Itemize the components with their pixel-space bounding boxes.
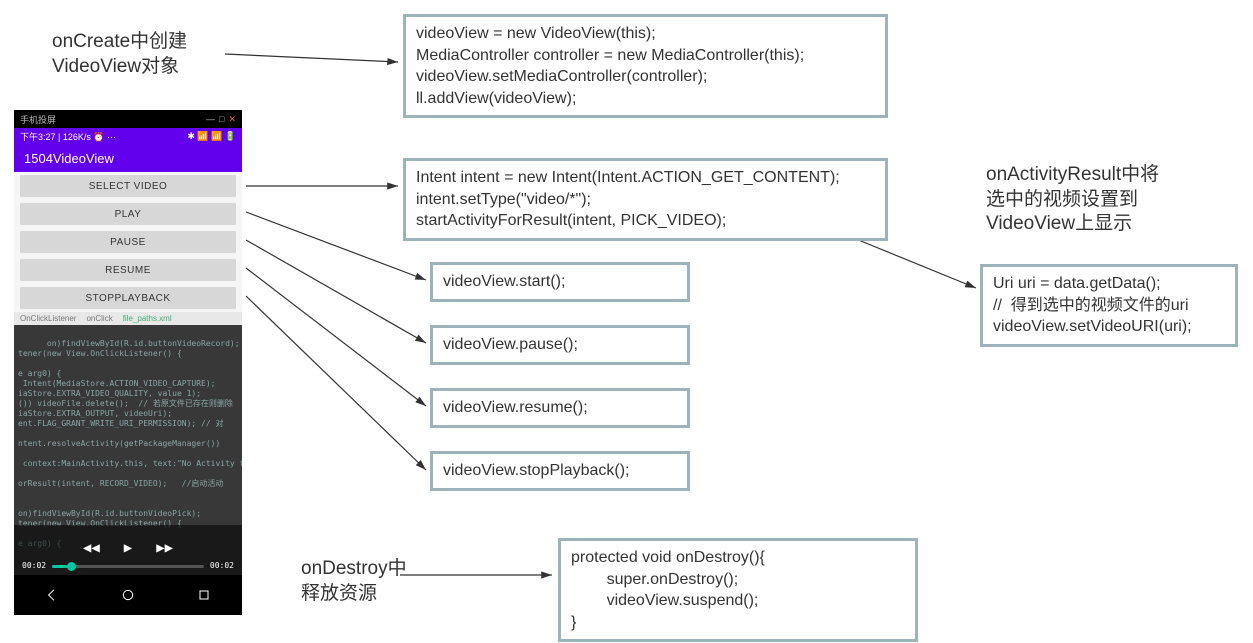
video-frame-code-text: on)findViewById(R.id.buttonVideoRecord);… [18,339,242,548]
video-view-area[interactable]: on)findViewById(R.id.buttonVideoRecord);… [14,325,242,575]
status-left: 下午3:27 | 126K/s ⏰ ··· [20,130,116,143]
phone-nav-bar [14,575,242,615]
time-total: 00:02 [210,561,234,571]
pause-code-box: videoView.pause(); [430,325,690,365]
stopplayback-code-box: videoView.stopPlayback(); [430,451,690,491]
back-key-icon[interactable] [44,587,60,603]
editor-tabstrip: OnClickListener onClick file_paths.xml [14,312,242,325]
tab-onclick: onClick [86,314,112,323]
time-elapsed: 00:02 [22,561,46,571]
stopplayback-button[interactable]: STOPPLAYBACK [20,287,236,309]
tab-onclicklistener: OnClickListener [20,314,76,323]
onactivityresult-label: onActivityResult中将 选中的视频设置到 VideoView上显示 [986,163,1159,237]
media-controller[interactable]: ◀◀ ▶ ▶▶ 00:02 00:02 [14,525,242,575]
start-code-box: videoView.start(); [430,262,690,302]
home-key-icon[interactable] [120,587,136,603]
phone-app-bar: 1504VideoView [14,144,242,172]
select-video-button[interactable]: SELECT VIDEO [20,175,236,197]
play-button[interactable]: PLAY [20,203,236,225]
maximize-icon[interactable]: □ [219,114,224,124]
rewind-icon[interactable]: ◀◀ [83,540,100,558]
play-icon[interactable]: ▶ [124,540,132,558]
resume-code-box: videoView.resume(); [430,388,690,428]
close-icon[interactable]: ✕ [228,114,236,125]
pause-button[interactable]: PAUSE [20,231,236,253]
intent-code-box: Intent intent = new Intent(Intent.ACTION… [403,158,888,241]
fastforward-icon[interactable]: ▶▶ [156,540,173,558]
tab-file-paths: file_paths.xml [123,314,172,323]
resume-button[interactable]: RESUME [20,259,236,281]
ondestroy-code-box: protected void onDestroy(){ super.onDest… [558,538,918,642]
onactivityresult-code-box: Uri uri = data.getData(); // 得到选中的视频文件的u… [980,264,1238,347]
phone-body: SELECT VIDEO PLAY PAUSE RESUME STOPPLAYB… [14,172,242,575]
phone-status-bar: 下午3:27 | 126K/s ⏰ ··· ✱ 📶 📶 🔋 [14,128,242,144]
oncreate-code-box: videoView = new VideoView(this); MediaCo… [403,14,888,118]
recent-key-icon[interactable] [196,587,212,603]
window-title: 手机投屏 [20,113,56,126]
ondestroy-label: onDestroy中 释放资源 [301,557,407,606]
phone-window-titlebar: 手机投屏 — □ ✕ [14,110,242,128]
status-right: ✱ 📶 📶 🔋 [187,131,236,142]
seek-bar[interactable] [52,565,204,568]
phone-mockup: 手机投屏 — □ ✕ 下午3:27 | 126K/s ⏰ ··· ✱ 📶 📶 🔋… [14,110,242,615]
oncreate-label: onCreate中创建 VideoView对象 [52,30,187,79]
minimize-icon[interactable]: — [206,114,215,124]
app-title: 1504VideoView [24,151,114,166]
